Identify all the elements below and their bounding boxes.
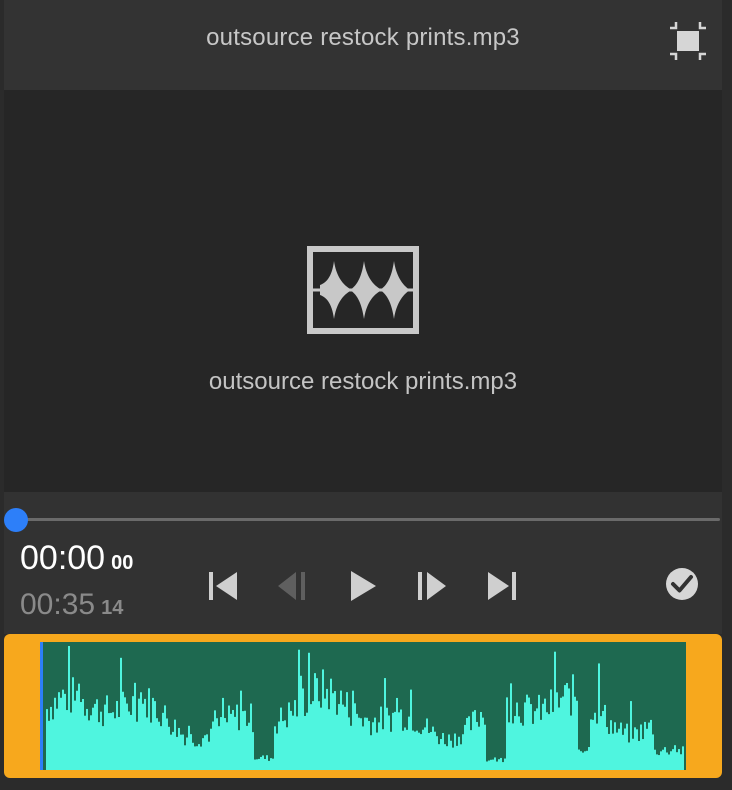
duration-time: 00:35 xyxy=(20,588,96,621)
play-icon xyxy=(351,571,376,601)
step-forward-button[interactable] xyxy=(412,566,452,606)
scrubber-track[interactable] xyxy=(16,518,720,521)
go-to-end-button[interactable] xyxy=(482,566,522,606)
waveform xyxy=(40,642,686,770)
in-point-marker[interactable] xyxy=(40,642,43,770)
file-title: outsource restock prints.mp3 xyxy=(206,24,520,51)
step-forward-icon xyxy=(418,572,446,600)
title-bar: outsource restock prints.mp3 xyxy=(4,0,722,90)
preview-filename: outsource restock prints.mp3 xyxy=(208,368,518,395)
step-back-button[interactable] xyxy=(272,566,312,606)
fit-to-frame-icon xyxy=(670,22,706,60)
audio-clip[interactable] xyxy=(4,634,722,778)
go-to-end-icon xyxy=(488,572,516,600)
play-button[interactable] xyxy=(342,566,382,606)
step-back-icon xyxy=(278,572,305,600)
current-time: 00:00 xyxy=(20,539,106,577)
duration-timecode: 00:35 14 xyxy=(20,588,123,622)
audio-file-icon xyxy=(306,245,424,337)
current-timecode: 00:00 00 xyxy=(20,539,133,578)
confirm-button[interactable] xyxy=(664,566,700,602)
fit-to-frame-button[interactable] xyxy=(668,22,708,60)
playhead-handle[interactable] xyxy=(4,508,28,532)
current-frames: 00 xyxy=(111,552,134,574)
playback-controls: 00:00 00 00:35 14 xyxy=(4,492,722,634)
checkmark-circle-icon xyxy=(666,568,698,600)
waveform-bars xyxy=(46,646,684,770)
media-preview: outsource restock prints.mp3 xyxy=(4,90,722,492)
duration-frames: 14 xyxy=(101,597,124,619)
go-to-start-button[interactable] xyxy=(203,566,243,606)
go-to-start-icon xyxy=(209,572,237,600)
